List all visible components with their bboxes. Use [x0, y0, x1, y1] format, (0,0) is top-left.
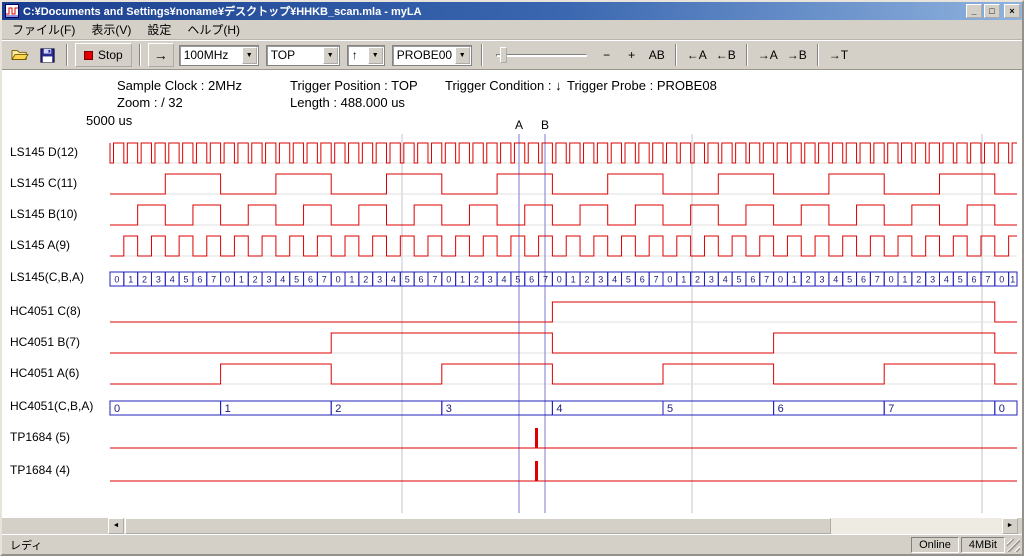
channel-label: LS145(C,B,A) — [10, 270, 108, 284]
scrollbar-thumb[interactable] — [125, 518, 831, 534]
save-file-button[interactable] — [35, 43, 59, 67]
menubar: ファイル(F) 表示(V) 設定 ヘルプ(H) — [2, 20, 1022, 40]
chevron-down-icon[interactable]: ▼ — [455, 47, 470, 64]
toolbar: Stop → 100MHz ▼ TOP ▼ ↑ ▼ PROBE00 ▼ − + … — [2, 40, 1022, 70]
titlebar[interactable]: C:¥Documents and Settings¥noname¥デスクトップ¥… — [2, 2, 1022, 20]
run-button[interactable]: → — [148, 43, 174, 67]
channel-label: TP1684 (4) — [10, 463, 108, 477]
toolbar-separator — [66, 44, 68, 66]
goto-trigger-button[interactable]: →T — [826, 43, 851, 67]
statusbar: レディ Online 4MBit — [2, 534, 1022, 554]
position-slider[interactable] — [494, 43, 589, 67]
toolbar-separator — [746, 44, 748, 66]
channel-label: LS145 A(9) — [10, 238, 108, 252]
toolbar-separator — [675, 44, 677, 66]
channel-label: HC4051(C,B,A) — [10, 399, 108, 413]
channel-label: HC4051 A(6) — [10, 366, 108, 380]
trigger-position-value: TOP — [267, 48, 323, 62]
toolbar-separator — [481, 44, 483, 66]
channel-label: LS145 B(10) — [10, 207, 108, 221]
trigger-probe-info: Trigger Probe : PROBE08 — [567, 78, 717, 93]
sample-clock-select[interactable]: 100MHz ▼ — [179, 45, 259, 66]
trigger-edge-select[interactable]: ↑ ▼ — [347, 45, 385, 66]
probe-value: PROBE00 — [393, 48, 455, 62]
status-ready: レディ — [4, 537, 909, 553]
toolbar-separator — [817, 44, 819, 66]
save-floppy-icon — [39, 47, 56, 64]
app-window: C:¥Documents and Settings¥noname¥デスクトップ¥… — [0, 0, 1024, 556]
trigger-position-info: Trigger Position : TOP — [290, 78, 418, 93]
chevron-down-icon[interactable]: ▼ — [242, 47, 257, 64]
waveform-client-area — [2, 70, 1022, 518]
menu-view[interactable]: 表示(V) — [83, 19, 139, 40]
goto-b-right-button[interactable]: →B — [784, 43, 810, 67]
stop-icon — [84, 51, 93, 60]
app-icon — [4, 4, 20, 18]
menu-settings[interactable]: 設定 — [139, 19, 179, 40]
channel-label: HC4051 B(7) — [10, 335, 108, 349]
zoom-in-button[interactable]: + — [621, 43, 643, 67]
stop-button-label: Stop — [98, 48, 123, 62]
sample-clock-info: Sample Clock : 2MHz — [117, 78, 242, 93]
channel-label: LS145 C(11) — [10, 176, 108, 190]
channel-label: LS145 D(12) — [10, 145, 108, 159]
window-title: C:¥Documents and Settings¥noname¥デスクトップ¥… — [20, 3, 966, 19]
close-button[interactable]: × — [1004, 4, 1020, 18]
horizontal-scrollbar[interactable]: ◄ ► — [108, 518, 1018, 534]
chevron-down-icon[interactable]: ▼ — [323, 47, 338, 64]
menu-file[interactable]: ファイル(F) — [4, 19, 83, 40]
goto-b-left-button[interactable]: ←B — [713, 43, 739, 67]
trigger-condition-info: Trigger Condition : ↓ — [445, 78, 562, 93]
ab-button[interactable]: AB — [646, 43, 668, 67]
channel-label: HC4051 C(8) — [10, 304, 108, 318]
position-slider-track — [496, 54, 587, 57]
goto-a-right-button[interactable]: →A — [755, 43, 781, 67]
time-scale-label: 5000 us — [86, 113, 132, 128]
scroll-left-button[interactable]: ◄ — [108, 518, 124, 534]
length-info: Length : 488.000 us — [290, 95, 405, 110]
stop-button[interactable]: Stop — [75, 43, 132, 67]
position-slider-thumb[interactable] — [500, 47, 507, 63]
probe-select[interactable]: PROBE00 ▼ — [392, 45, 472, 66]
channel-label: TP1684 (5) — [10, 430, 108, 444]
trigger-position-select[interactable]: TOP ▼ — [266, 45, 340, 66]
status-memory: 4MBit — [961, 537, 1005, 553]
window-controls: _ □ × — [966, 4, 1020, 18]
zoom-info: Zoom : / 32 — [117, 95, 183, 110]
menu-help[interactable]: ヘルプ(H) — [179, 19, 248, 40]
scroll-right-button[interactable]: ► — [1002, 518, 1018, 534]
open-folder-icon — [11, 47, 29, 63]
toolbar-separator — [139, 44, 141, 66]
chevron-down-icon[interactable]: ▼ — [368, 47, 383, 64]
resize-grip-icon[interactable] — [1007, 539, 1020, 552]
trigger-edge-value: ↑ — [348, 48, 368, 62]
maximize-button[interactable]: □ — [984, 4, 1000, 18]
minimize-button[interactable]: _ — [966, 4, 982, 18]
goto-a-left-button[interactable]: ←A — [684, 43, 710, 67]
sample-clock-value: 100MHz — [180, 48, 242, 62]
zoom-out-button[interactable]: − — [596, 43, 618, 67]
open-file-button[interactable] — [8, 43, 32, 67]
status-online: Online — [911, 537, 959, 553]
